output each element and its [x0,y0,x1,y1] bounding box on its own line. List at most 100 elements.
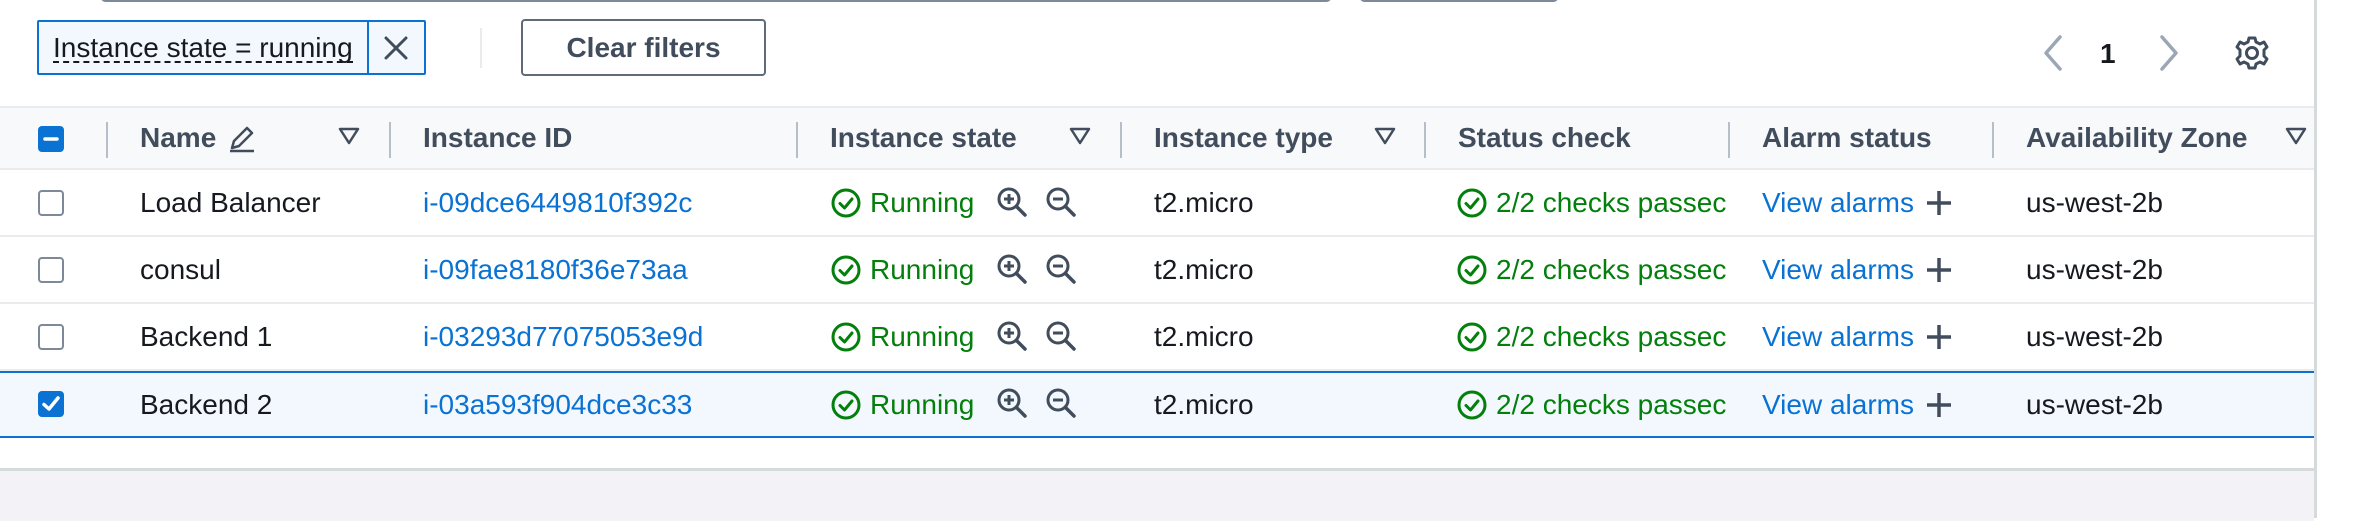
instance-id-link[interactable]: i-03293d77075053e9d [423,304,703,369]
column-header-instance-type[interactable]: Instance type [1154,108,1333,168]
zoom-out-icon [1046,388,1076,418]
zoom-in-icon [997,321,1027,351]
availability-zone: us-west-2b [2026,388,2163,420]
name-filter-button[interactable] [338,126,360,151]
instance-state-label: Running [870,253,975,285]
previous-page-button[interactable] [2040,33,2066,78]
dropdown-edge[interactable] [1359,0,1559,2]
zoom-in-icon [997,388,1027,418]
checkmark-icon [42,396,60,411]
availability-zone: us-west-2b [2026,253,2163,285]
view-alarms-link[interactable]: View alarms [1762,389,1914,421]
column-header-name[interactable]: Name [140,108,258,168]
clear-filters-button[interactable]: Clear filters [521,19,766,76]
zoom-in-button[interactable] [996,320,1028,357]
check-circle-icon [1457,188,1487,217]
table-row[interactable]: consul i-09fae8180f36e73aa Running t2.mi… [0,237,2314,304]
search-field-edge[interactable] [100,0,1332,2]
check-circle-icon [831,255,861,284]
table-row[interactable]: Backend 1 i-03293d77075053e9d Running t2… [0,304,2314,371]
status-check-label: 2/2 checks passec [1496,388,1727,420]
filter-token-label[interactable]: Instance state = running [39,22,369,73]
zoom-in-icon [997,187,1027,217]
instance-state-filter-button[interactable] [1069,126,1091,151]
zoom-in-button[interactable] [996,387,1028,424]
instance-type: t2.micro [1154,253,1254,285]
column-header-instance-id[interactable]: Instance ID [423,108,572,168]
details-panel-divider[interactable] [0,468,2314,521]
filter-caret-icon [338,127,360,145]
column-separator [1992,122,1994,158]
preferences-button[interactable] [2233,34,2271,77]
plus-icon[interactable] [1924,322,1954,352]
status-check: 2/2 checks passec [1456,373,1728,436]
view-alarms-link[interactable]: View alarms [1762,187,1914,219]
instance-state: Running [830,373,974,436]
instance-type-filter-button[interactable] [1374,126,1396,151]
instance-id-link[interactable]: i-09dce6449810f392c [423,170,692,235]
row-checkbox[interactable] [38,190,64,216]
column-header-alarm-status[interactable]: Alarm status [1762,108,1932,168]
instance-state: Running [830,170,974,235]
select-all-checkbox[interactable] [38,126,64,152]
column-header-status-check[interactable]: Status check [1458,108,1631,168]
column-header-availability-zone[interactable]: Availability Zone [2026,108,2247,168]
status-check-label: 2/2 checks passec [1496,186,1727,218]
status-check-label: 2/2 checks passec [1496,320,1727,352]
row-checkbox[interactable] [38,391,64,417]
table-row[interactable]: Load Balancer i-09dce6449810f392c Runnin… [0,170,2314,237]
availability-zone-filter-button[interactable] [2285,126,2307,151]
plus-icon[interactable] [1924,390,1954,420]
alarm-status: View alarms [1762,170,1954,235]
table-row-selected[interactable]: Backend 2 i-03a593f904dce3c33 Running t2… [0,371,2314,438]
zoom-out-button[interactable] [1045,186,1077,223]
check-circle-icon [1457,390,1487,419]
view-alarms-link[interactable]: View alarms [1762,321,1914,353]
zoom-in-button[interactable] [996,253,1028,290]
instance-id-link[interactable]: i-03a593f904dce3c33 [423,373,692,436]
status-check-label: 2/2 checks passec [1496,253,1727,285]
zoom-in-button[interactable] [996,186,1028,223]
check-circle-icon [831,322,861,351]
check-circle-icon [1457,255,1487,284]
availability-zone: us-west-2b [2026,186,2163,218]
availability-zone: us-west-2b [2026,320,2163,352]
column-header-instance-state[interactable]: Instance state [830,108,1017,168]
column-separator [796,122,798,158]
current-page-number[interactable]: 1 [2100,38,2116,70]
table-header: Name Instance ID Instance state Instance… [0,106,2314,170]
row-checkbox[interactable] [38,257,64,283]
status-check: 2/2 checks passec [1456,304,1728,369]
zoom-out-button[interactable] [1045,320,1077,357]
toolbar-divider [480,28,482,68]
remove-filter-button[interactable] [368,22,424,73]
instance-name: Backend 1 [140,320,273,352]
next-page-button[interactable] [2156,33,2182,78]
column-separator [106,122,108,158]
minus-square-icon [43,137,59,141]
column-separator [1728,122,1730,158]
instance-state: Running [830,237,974,302]
chevron-right-icon [2160,35,2178,71]
instance-type: t2.micro [1154,186,1254,218]
instance-state: Running [830,304,974,369]
instance-name: Load Balancer [140,186,321,218]
column-separator [1120,122,1122,158]
zoom-out-button[interactable] [1045,387,1077,424]
status-check: 2/2 checks passec [1456,170,1728,235]
chevron-left-icon [2044,35,2062,71]
instance-state-label: Running [870,388,975,420]
gear-icon [2235,36,2269,70]
column-separator [1424,122,1426,158]
row-checkbox[interactable] [38,324,64,350]
plus-icon[interactable] [1924,255,1954,285]
instance-id-link[interactable]: i-09fae8180f36e73aa [423,237,688,302]
filter-token: Instance state = running [37,20,426,75]
plus-icon[interactable] [1924,188,1954,218]
view-alarms-link[interactable]: View alarms [1762,254,1914,286]
alarm-status: View alarms [1762,237,1954,302]
close-icon [384,36,408,59]
zoom-out-button[interactable] [1045,253,1077,290]
filter-caret-icon [1374,127,1396,145]
zoom-out-icon [1046,254,1076,284]
